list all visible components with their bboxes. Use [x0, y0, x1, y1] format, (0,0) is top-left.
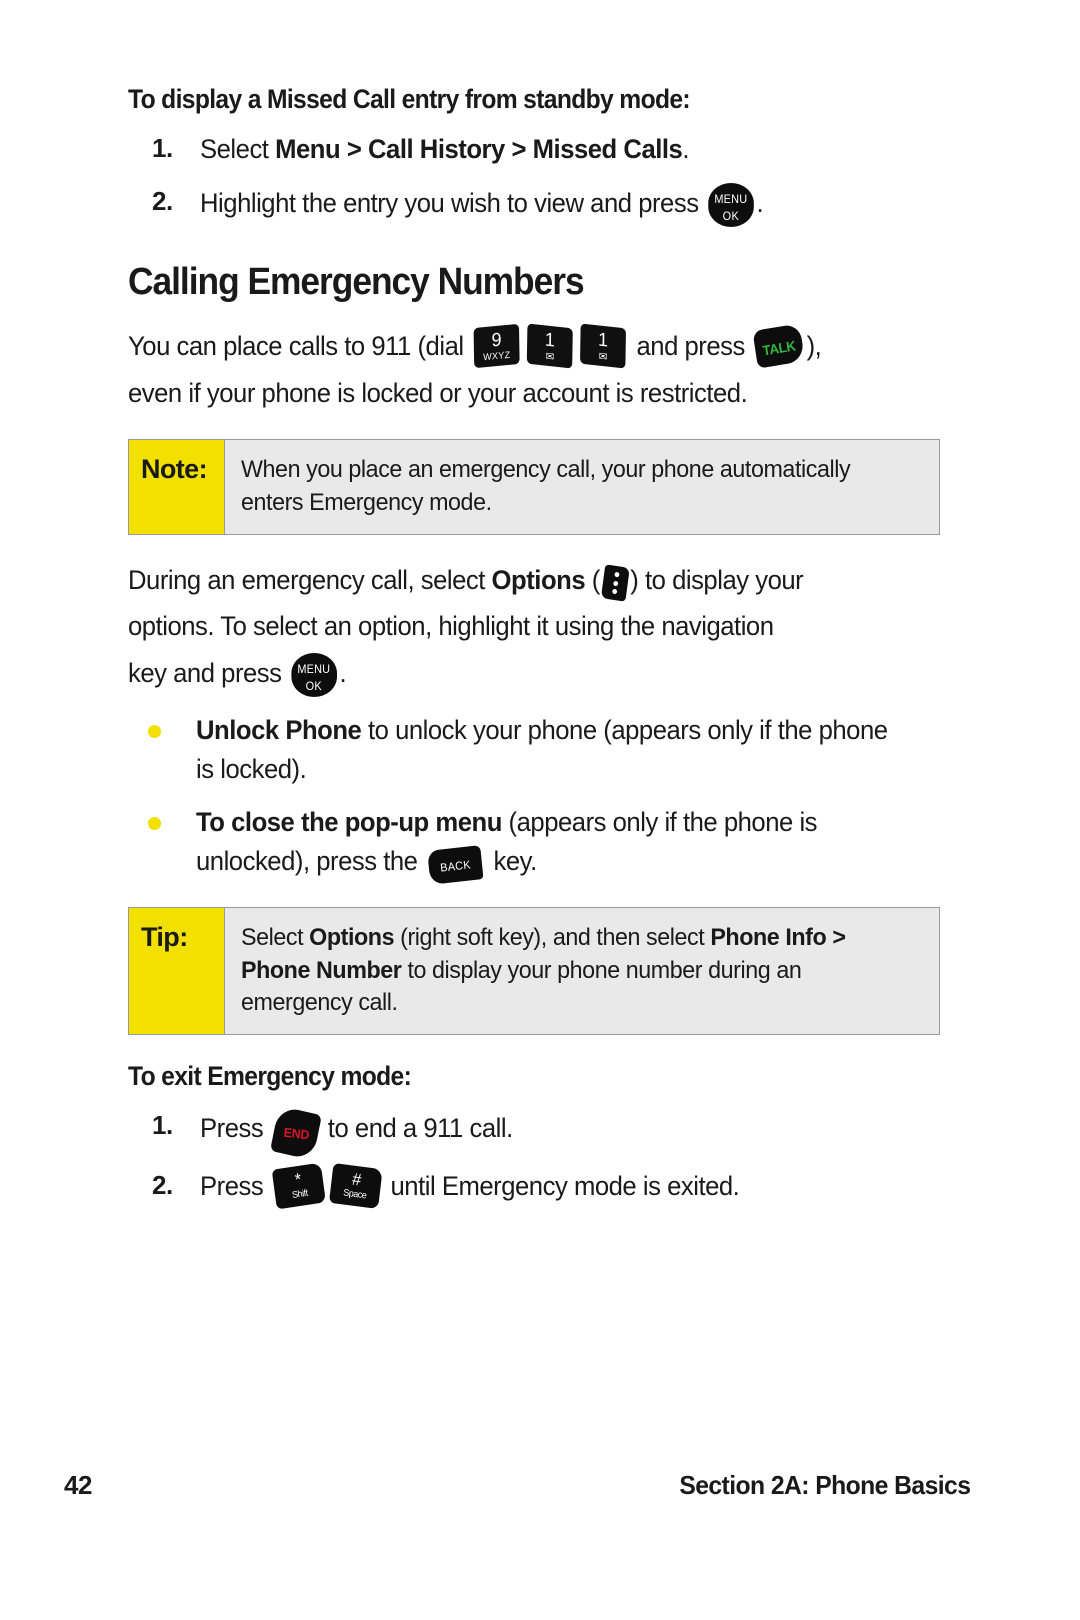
options-paragraph: During an emergency call, select Options… — [128, 561, 899, 603]
tip-body: Select Options (right soft key), and the… — [225, 908, 939, 1034]
note-line-2: enters Emergency mode. — [241, 489, 492, 517]
menu-label: Menu — [275, 133, 341, 164]
close-popup-label: To close the pop-up menu — [196, 806, 502, 837]
step-text-post: . — [682, 133, 690, 164]
emergency-intro-paragraph: You can place calls to 911 (dial 9 WXYZ 1 ✉… — [128, 322, 899, 369]
tip-line-2: Phone Number to display your phone numbe… — [241, 955, 891, 988]
note-body: When you place an emergency call, your p… — [225, 440, 939, 533]
options-pre: During an emergency call, select — [128, 564, 492, 595]
exit-step2-pre: Press — [200, 1170, 270, 1201]
step-number: 2. — [152, 1169, 173, 1200]
options-after-icon: ) to display your — [630, 564, 804, 595]
keypad-9-key-icon: 9 WXYZ — [473, 323, 520, 368]
step-text-post: . — [756, 188, 764, 219]
keypad-1-key-icon: 1 ✉ — [527, 322, 574, 369]
step-text: Press END to end a 911 call. — [200, 1105, 513, 1160]
step-text: Press * Shift # Space until Emergency mode … — [200, 1163, 740, 1210]
options-soft-key-icon — [600, 564, 630, 603]
separator-1: > — [340, 133, 368, 164]
footer-section-name: Section 2A: Phone Basics — [678, 1470, 971, 1500]
step-text: Select Menu > Call History > Missed Call… — [200, 130, 689, 169]
missed-calls-label: Missed Calls — [532, 133, 683, 164]
list-item: Unlock Phone to unlock your phone (appea… — [128, 711, 940, 789]
bullet-icon — [148, 724, 161, 738]
close-popup-rest-post: key. — [486, 845, 537, 876]
tip-callout: Tip: Select Options (right soft key), an… — [128, 907, 940, 1035]
page-footer: 42 Section 2A: Phone Basics — [0, 1470, 1080, 1516]
tip-line1-mid: (right soft key), and then select — [394, 924, 711, 952]
tip-label: Tip: — [129, 908, 225, 1034]
manual-page: To display a Missed Call entry from stan… — [0, 0, 1080, 1620]
missed-call-steps: 1. Select Menu > Call History > Missed C… — [128, 130, 940, 227]
step-text: Highlight the entry you wish to view and… — [200, 182, 764, 227]
exit-emergency-steps: 1. Press END to end a 911 call. 2. Press… — [128, 1105, 940, 1211]
dot-icon — [612, 580, 618, 587]
page-number: 42 — [64, 1470, 93, 1500]
menu-ok-key-icon: MENU OK — [291, 652, 337, 697]
intro-post: ), — [806, 330, 822, 361]
separator-2: > — [504, 133, 533, 164]
emergency-options-list: Unlock Phone to unlock your phone (appea… — [128, 711, 940, 885]
tip-line2-rest: to display your phone number during an — [401, 956, 802, 984]
options-line3-pre: key and press — [128, 657, 289, 688]
options-line2: options. To select an option, highlight … — [128, 610, 774, 641]
exit-step2-post: until Emergency mode is exited. — [383, 1170, 740, 1201]
list-item: To close the pop-up menu (appears only i… — [128, 803, 940, 885]
note-callout: Note: When you place an emergency call, … — [128, 439, 940, 535]
pound-space-key-icon: # Space — [328, 1163, 383, 1210]
exit-step1-pre: Press — [200, 1112, 270, 1143]
missed-call-heading: To display a Missed Call entry from stan… — [128, 84, 691, 114]
page-title: Calling Emergency Numbers — [128, 260, 585, 303]
menu-ok-key-icon: MENU OK — [708, 182, 754, 227]
call-history-label: Call History — [367, 133, 505, 164]
step-number: 1. — [152, 1109, 173, 1140]
dot-icon — [613, 572, 619, 578]
list-item: 2. Press * Shift # Space until Emergency mo… — [128, 1163, 940, 1211]
list-item: 1. Select Menu > Call History > Missed C… — [128, 130, 940, 169]
step-number: 1. — [152, 132, 173, 163]
step-number: 2. — [152, 185, 173, 216]
list-item: 2. Highlight the entry you wish to view … — [128, 182, 940, 227]
dot-icon — [611, 589, 617, 595]
exit-step1-post: to end a 911 call. — [321, 1112, 513, 1143]
tip-phone-number-label: Phone Number — [241, 956, 402, 984]
options-mid: ( — [585, 564, 601, 595]
intro-pre: You can place calls to 911 (dial — [128, 330, 471, 361]
unlock-phone-label: Unlock Phone — [196, 714, 362, 745]
emergency-intro-line2: even if your phone is locked or your acc… — [128, 377, 748, 408]
star-shift-key-icon: * Shift — [271, 1163, 326, 1210]
note-line-1: When you place an emergency call, your p… — [241, 456, 851, 484]
bullet-text: To close the pop-up menu (appears only i… — [196, 803, 903, 885]
tip-options-label: Options — [309, 924, 395, 952]
bullet-text: Unlock Phone to unlock your phone (appea… — [196, 711, 903, 789]
back-key-icon: BACK — [427, 844, 484, 885]
exit-emergency-heading: To exit Emergency mode: — [128, 1060, 412, 1091]
intro-mid: and press — [629, 330, 752, 361]
note-label: Note: — [129, 440, 225, 534]
list-item: 1. Press END to end a 911 call. — [128, 1105, 940, 1160]
talk-key-icon: TALK — [752, 322, 806, 369]
tip-line-3: emergency call. — [241, 989, 398, 1017]
page-content: To display a Missed Call entry from stan… — [128, 84, 940, 1225]
options-bold: Options — [491, 564, 586, 595]
tip-line1-pre: Select — [241, 924, 310, 952]
options-line3-post: . — [339, 657, 347, 688]
tip-line-1: Select Options (right soft key), and the… — [241, 922, 891, 955]
step-text-pre: Highlight the entry you wish to view and… — [200, 188, 706, 219]
tip-phone-info-label: Phone Info > — [710, 924, 846, 952]
end-key-icon: END — [269, 1105, 322, 1160]
step-text-pre: Select — [200, 133, 276, 164]
bullet-icon — [148, 816, 161, 830]
keypad-1-key-icon: 1 ✉ — [580, 322, 627, 369]
options-line3: key and press MENU OK. — [128, 652, 899, 697]
